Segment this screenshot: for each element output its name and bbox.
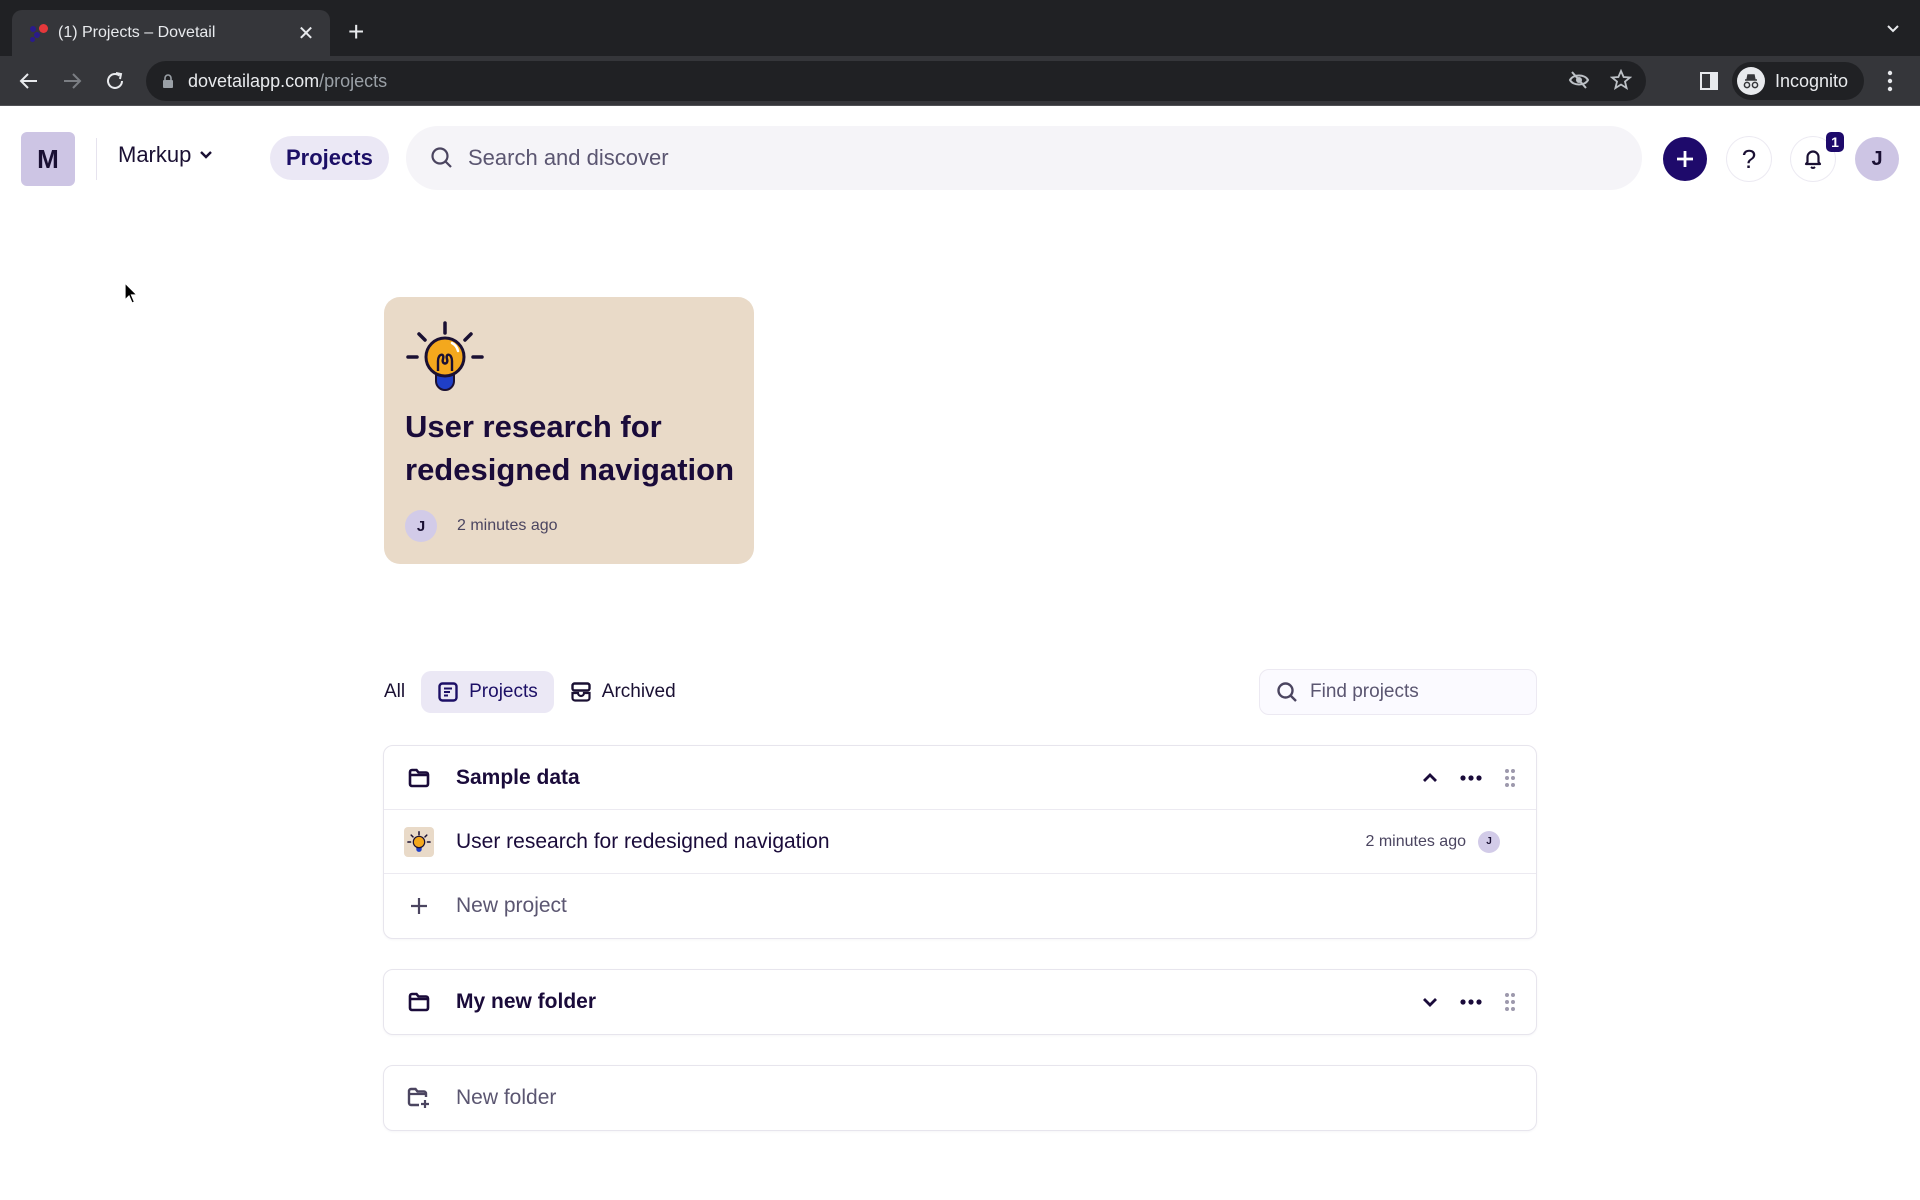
- folder-header[interactable]: My new folder: [384, 970, 1536, 1034]
- new-project-row[interactable]: New project: [384, 874, 1536, 938]
- folder-icon: [404, 987, 434, 1017]
- find-projects-search[interactable]: [1259, 669, 1537, 715]
- browser-toolbar: dovetailapp.com/projects Incognito: [0, 56, 1920, 106]
- lock-icon: [163, 74, 173, 88]
- new-folder-card[interactable]: New folder: [383, 1065, 1537, 1131]
- eye-off-icon[interactable]: [1568, 69, 1590, 91]
- more-options-icon[interactable]: [1460, 999, 1482, 1005]
- user-avatar[interactable]: J: [1855, 137, 1899, 181]
- bell-icon: [1804, 150, 1822, 169]
- archive-icon: [571, 682, 591, 702]
- incognito-profile-chip[interactable]: Incognito: [1732, 62, 1865, 100]
- nav-projects[interactable]: Projects: [270, 136, 389, 180]
- plus-icon: [1677, 151, 1693, 167]
- new-folder-row[interactable]: New folder: [384, 1066, 1536, 1130]
- folder-name: Sample data: [456, 765, 580, 789]
- project-name: User research for redesigned navigation: [456, 829, 830, 853]
- tab-close-icon[interactable]: ✕: [296, 21, 316, 46]
- address-bar[interactable]: dovetailapp.com/projects: [146, 61, 1646, 101]
- bookmark-star-icon[interactable]: [1610, 69, 1632, 91]
- tab-title: (1) Projects – Dovetail: [58, 24, 216, 41]
- project-updated-time: 2 minutes ago: [1365, 832, 1466, 850]
- search-icon: [1277, 682, 1297, 702]
- tab-projects-label: Projects: [469, 681, 538, 702]
- workspace-name: Markup: [118, 142, 192, 167]
- folder-card-my-new-folder: My new folder: [383, 969, 1537, 1035]
- tab-archived-label: Archived: [601, 681, 676, 702]
- folder-name: My new folder: [456, 990, 597, 1013]
- create-button[interactable]: [1663, 137, 1707, 181]
- browser-menu-icon[interactable]: [1886, 69, 1894, 93]
- more-options-icon[interactable]: [1460, 774, 1482, 781]
- new-folder-label: New folder: [456, 1086, 557, 1109]
- profile-label: Incognito: [1775, 70, 1849, 91]
- app-header: M Markup Projects ? 1 J: [0, 106, 1920, 212]
- featured-project-time: 2 minutes ago: [457, 517, 558, 534]
- project-filter-tabs: All Projects Archived: [384, 671, 692, 713]
- chevron-up-icon[interactable]: [1422, 772, 1438, 784]
- plus-icon: [404, 891, 434, 921]
- new-tab-icon[interactable]: +: [348, 18, 364, 46]
- browser-tab[interactable]: (1) Projects – Dovetail ✕: [12, 10, 330, 56]
- project-thumbnail-lightbulb-icon: [404, 826, 434, 857]
- header-divider: [96, 138, 97, 180]
- forward-icon[interactable]: [57, 66, 87, 96]
- tab-all-label: All: [384, 681, 406, 702]
- project-owner-avatar: J: [1478, 830, 1500, 853]
- featured-project-meta: J 2 minutes ago: [405, 510, 558, 542]
- find-projects-input[interactable]: [1310, 681, 1510, 703]
- global-search[interactable]: [406, 126, 1642, 190]
- mouse-cursor-icon: [124, 282, 139, 304]
- project-row[interactable]: User research for redesigned navigation …: [384, 810, 1536, 874]
- lightbulb-icon: [406, 321, 484, 391]
- incognito-icon: [1737, 67, 1765, 95]
- reload-icon[interactable]: [100, 66, 130, 96]
- new-project-label: New project: [456, 894, 567, 917]
- side-panel-icon[interactable]: [1699, 71, 1719, 91]
- browser-tab-strip: (1) Projects – Dovetail ✕ +: [0, 0, 1920, 56]
- tab-all[interactable]: All: [384, 671, 421, 713]
- folder-icon: [404, 763, 434, 793]
- workspace-logo[interactable]: M: [21, 132, 75, 186]
- featured-project-card[interactable]: User research for redesigned navigation …: [384, 297, 754, 564]
- search-input[interactable]: [468, 145, 1568, 171]
- help-button[interactable]: ?: [1727, 137, 1771, 181]
- url-path: /projects: [319, 70, 388, 91]
- notification-badge: 1: [1826, 132, 1844, 152]
- project-doc-icon: [438, 682, 458, 702]
- url-host: dovetailapp.com: [188, 70, 320, 91]
- back-icon[interactable]: [14, 66, 44, 96]
- featured-project-title: User research for redesigned navigation: [405, 409, 735, 487]
- folder-header[interactable]: Sample data: [384, 746, 1536, 810]
- folder-card-sample-data: Sample data User research for redesigned…: [383, 745, 1537, 939]
- tab-search-chevron-icon[interactable]: [1886, 22, 1900, 36]
- folder-add-icon: [404, 1083, 434, 1113]
- tab-projects[interactable]: Projects: [421, 671, 554, 713]
- chevron-down-icon: [200, 151, 213, 159]
- search-icon: [431, 147, 452, 168]
- dovetail-favicon-icon: [28, 23, 48, 43]
- drag-handle-icon[interactable]: [1504, 992, 1516, 1012]
- owner-avatar: J: [405, 510, 437, 542]
- tab-archived[interactable]: Archived: [554, 671, 692, 713]
- workspace-switcher[interactable]: Markup: [118, 142, 213, 168]
- drag-handle-icon[interactable]: [1504, 768, 1516, 788]
- chevron-down-icon[interactable]: [1422, 996, 1438, 1008]
